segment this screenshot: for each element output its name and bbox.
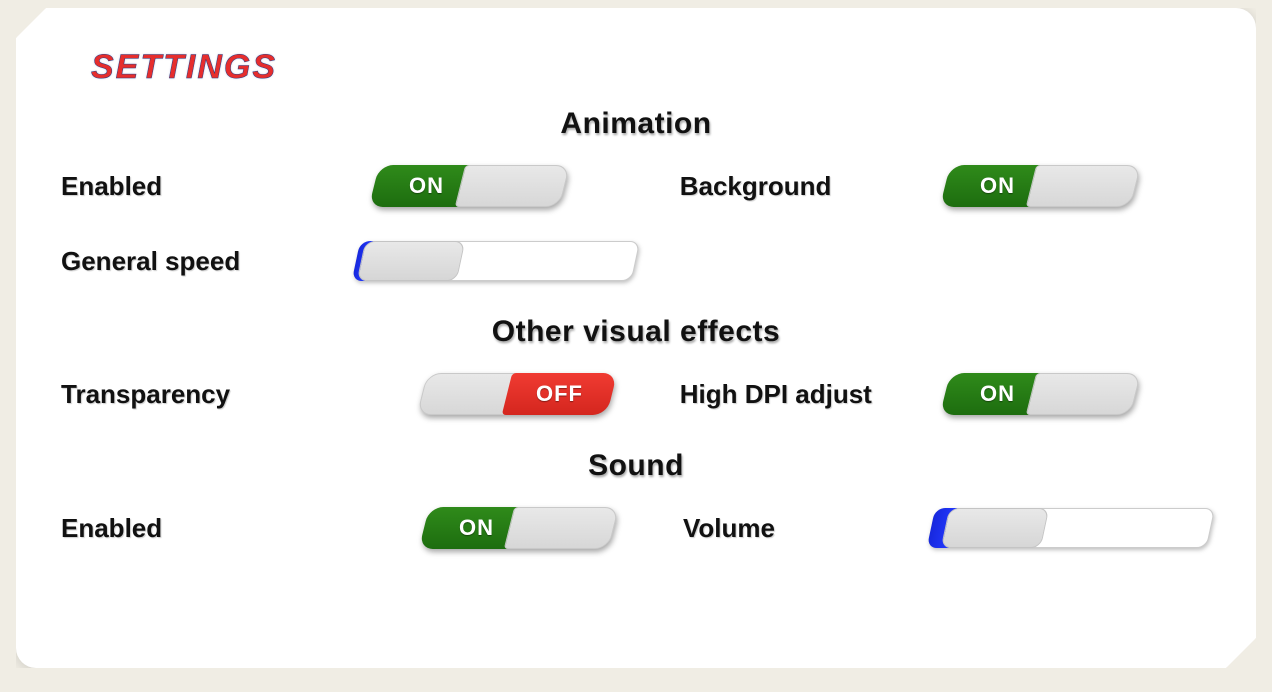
row-animation-1: Enabled ON Background ON	[61, 165, 1211, 207]
label-animation-enabled: Enabled	[61, 171, 374, 202]
label-general-speed: General speed	[61, 246, 356, 277]
label-animation-background: Background	[640, 171, 946, 202]
toggle-knob	[1026, 165, 1141, 207]
slider-thumb[interactable]	[357, 241, 466, 281]
toggle-on-text: ON	[980, 381, 1015, 407]
slider-thumb[interactable]	[941, 508, 1050, 548]
toggle-off-text: OFF	[536, 381, 583, 407]
section-title-sound: Sound	[61, 449, 1211, 483]
toggle-sound-enabled[interactable]: ON	[424, 507, 614, 549]
label-volume: Volume	[643, 513, 931, 544]
toggle-on-text: ON	[409, 173, 444, 199]
settings-panel: SETTINGS Animation Enabled ON Background…	[16, 8, 1256, 668]
row-animation-2: General speed	[61, 241, 1211, 281]
toggle-transparency[interactable]: OFF	[422, 373, 612, 415]
toggle-knob	[1026, 373, 1141, 415]
section-title-animation: Animation	[61, 107, 1211, 141]
toggle-animation-background[interactable]: ON	[945, 165, 1135, 207]
page-title: SETTINGS	[91, 48, 1211, 87]
row-visual-1: Transparency OFF High DPI adjust ON	[61, 373, 1211, 415]
section-title-visual: Other visual effects	[61, 315, 1211, 349]
row-sound-1: Enabled ON Volume	[61, 507, 1211, 549]
label-high-dpi: High DPI adjust	[640, 379, 946, 410]
toggle-on-text: ON	[980, 173, 1015, 199]
slider-general-speed[interactable]	[356, 241, 636, 281]
toggle-high-dpi[interactable]: ON	[945, 373, 1135, 415]
toggle-knob	[454, 165, 569, 207]
label-transparency: Transparency	[61, 379, 422, 410]
toggle-animation-enabled[interactable]: ON	[374, 165, 564, 207]
toggle-on-text: ON	[458, 515, 493, 541]
toggle-knob	[504, 507, 619, 549]
label-sound-enabled: Enabled	[61, 513, 424, 544]
slider-volume[interactable]	[931, 508, 1211, 548]
